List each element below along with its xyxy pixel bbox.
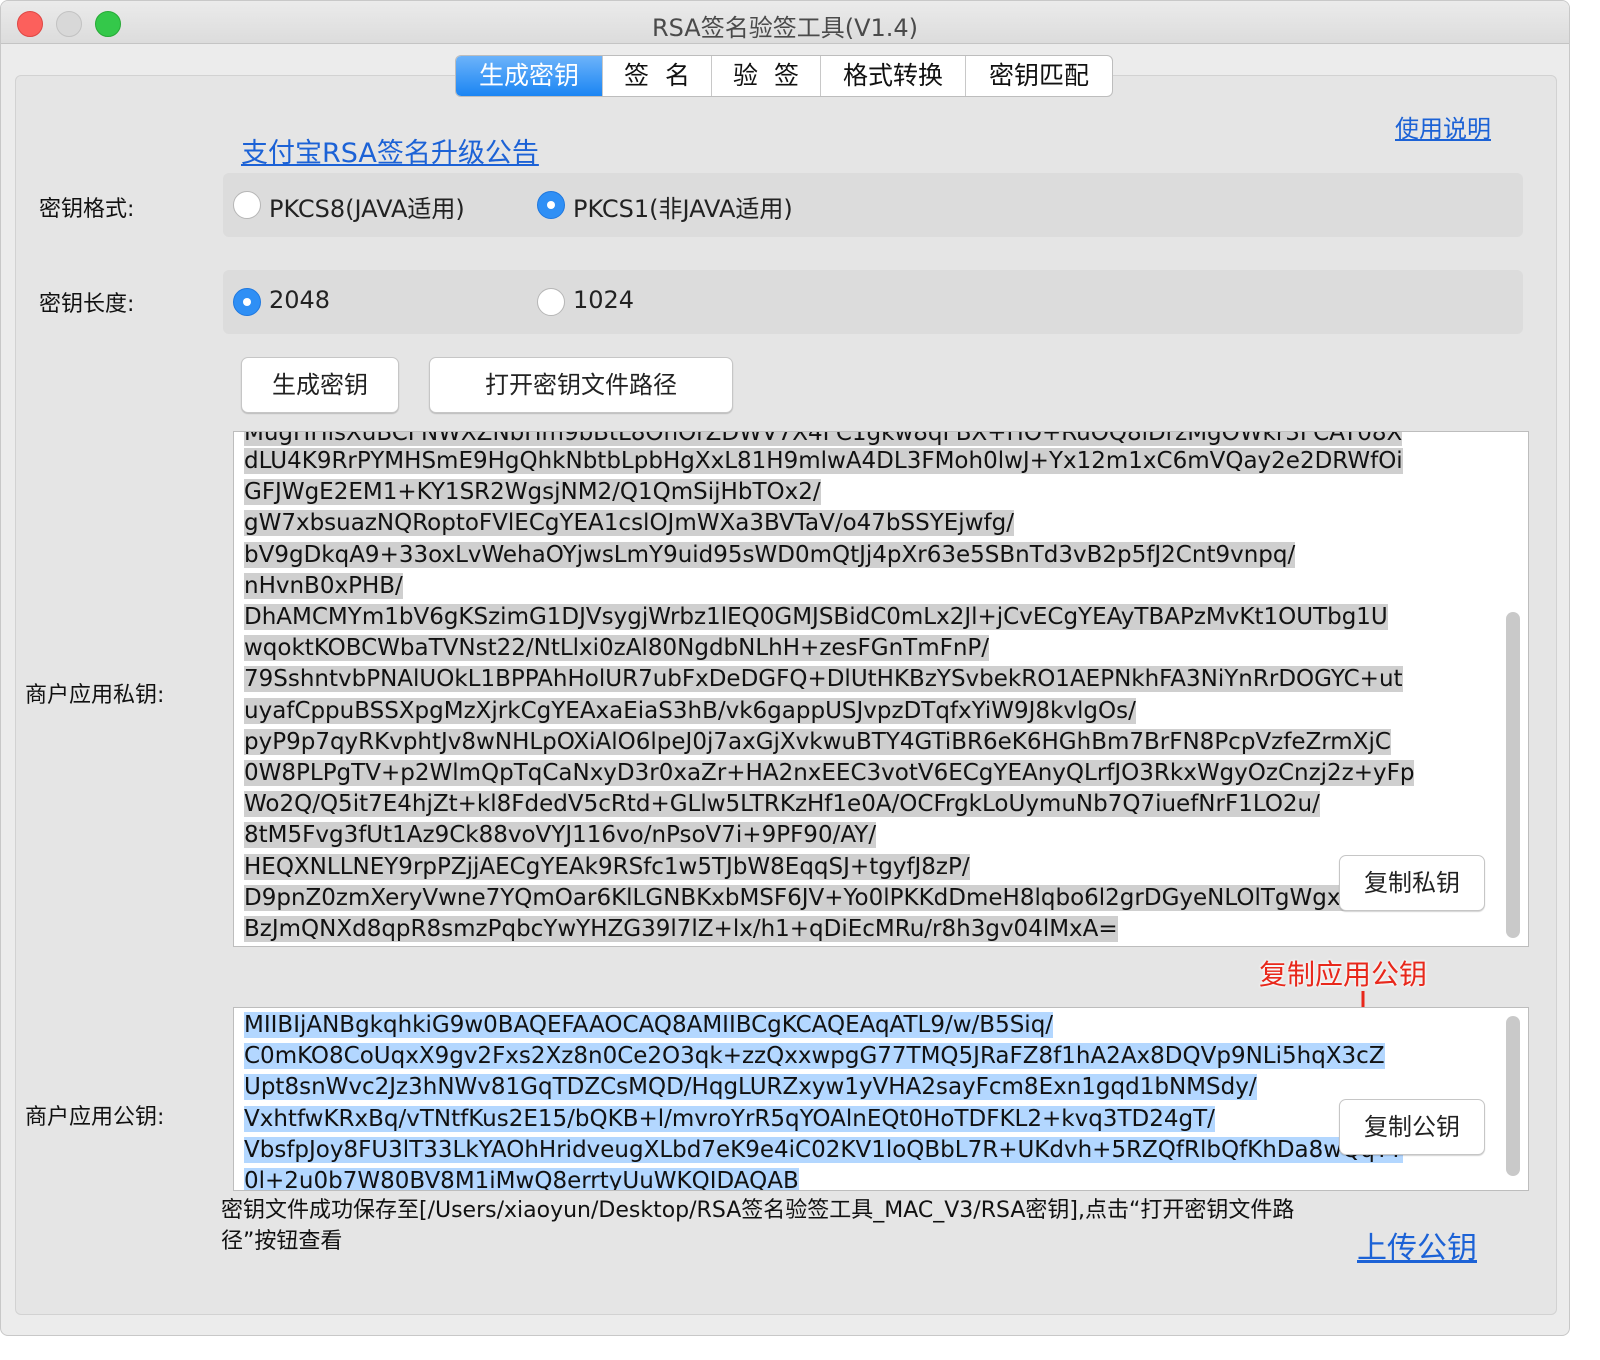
app-window: RSA签名验签工具(V1.4) 生成密钥 签 名 验 签 格式转换 密钥匹配 使… — [0, 0, 1570, 1336]
length-1024-label: 1024 — [573, 286, 635, 314]
private-key-text: dLU4K9RrPYMHSmE9HgQhkNbtbLpbHgXxL81H9mlw… — [244, 448, 1415, 943]
title-bar: RSA签名验签工具(V1.4) — [1, 1, 1569, 44]
private-key-label: 商户应用私钥: — [25, 683, 165, 708]
upload-public-key-link[interactable]: 上传公钥 — [1357, 1223, 1477, 1267]
open-key-path-button[interactable]: 打开密钥文件路径 — [429, 357, 733, 413]
key-format-group: PKCS8(JAVA适用) PKCS1(非JAVA适用) — [223, 173, 1523, 237]
key-length-group: 2048 1024 — [223, 270, 1523, 334]
announcement-link[interactable]: 支付宝RSA签名升级公告 — [241, 131, 539, 170]
private-key-textarea[interactable]: MugHHlsXuBCFNWXZNbHm9bBtL8OnOrZDWV7X4FC1… — [233, 431, 1529, 947]
tab-format-convert[interactable]: 格式转换 — [821, 56, 966, 96]
pkcs8-label: PKCS8(JAVA适用) — [269, 195, 465, 223]
length-1024-radio[interactable] — [537, 288, 565, 316]
tab-sign[interactable]: 签 名 — [603, 56, 712, 96]
private-key-partial-line: MugHHlsXuBCFNWXZNbHm9bBtL8OnOrZDWV7X4FC1… — [244, 432, 1403, 446]
annotation-copy-public-key: 复制应用公钥 — [1259, 958, 1428, 991]
copy-public-key-button[interactable]: 复制公钥 — [1339, 1099, 1485, 1155]
window-title: RSA签名验签工具(V1.4) — [651, 14, 919, 42]
tab-generate-key[interactable]: 生成密钥 — [456, 56, 603, 96]
pkcs8-radio[interactable] — [233, 191, 261, 219]
pkcs1-label: PKCS1(非JAVA适用) — [573, 195, 793, 223]
public-key-text: MIIBIjANBgkqhkiG9w0BAQEFAAOCAQ8AMIIBCgKC… — [244, 1012, 1403, 1190]
private-key-scrollbar[interactable] — [1506, 612, 1520, 938]
tab-verify[interactable]: 验 签 — [712, 56, 821, 96]
pkcs1-radio[interactable] — [537, 191, 565, 219]
public-key-textarea[interactable]: MIIBIjANBgkqhkiG9w0BAQEFAAOCAQ8AMIIBCgKC… — [233, 1007, 1529, 1191]
public-key-label: 商户应用公钥: — [25, 1105, 165, 1130]
generate-key-button[interactable]: 生成密钥 — [241, 357, 399, 413]
status-message: 密钥文件成功保存至[/Users/xiaoyun/Desktop/RSA签名验签… — [221, 1198, 1295, 1254]
key-length-label: 密钥长度: — [39, 292, 135, 317]
usage-link[interactable]: 使用说明 — [1395, 109, 1491, 144]
tab-bar: 生成密钥 签 名 验 签 格式转换 密钥匹配 — [455, 55, 1113, 97]
tab-key-match[interactable]: 密钥匹配 — [966, 56, 1112, 96]
copy-private-key-button[interactable]: 复制私钥 — [1339, 855, 1485, 911]
public-key-scrollbar[interactable] — [1506, 1016, 1520, 1176]
length-2048-label: 2048 — [269, 286, 331, 314]
key-format-label: 密钥格式: — [39, 197, 135, 222]
length-2048-radio[interactable] — [233, 288, 261, 316]
